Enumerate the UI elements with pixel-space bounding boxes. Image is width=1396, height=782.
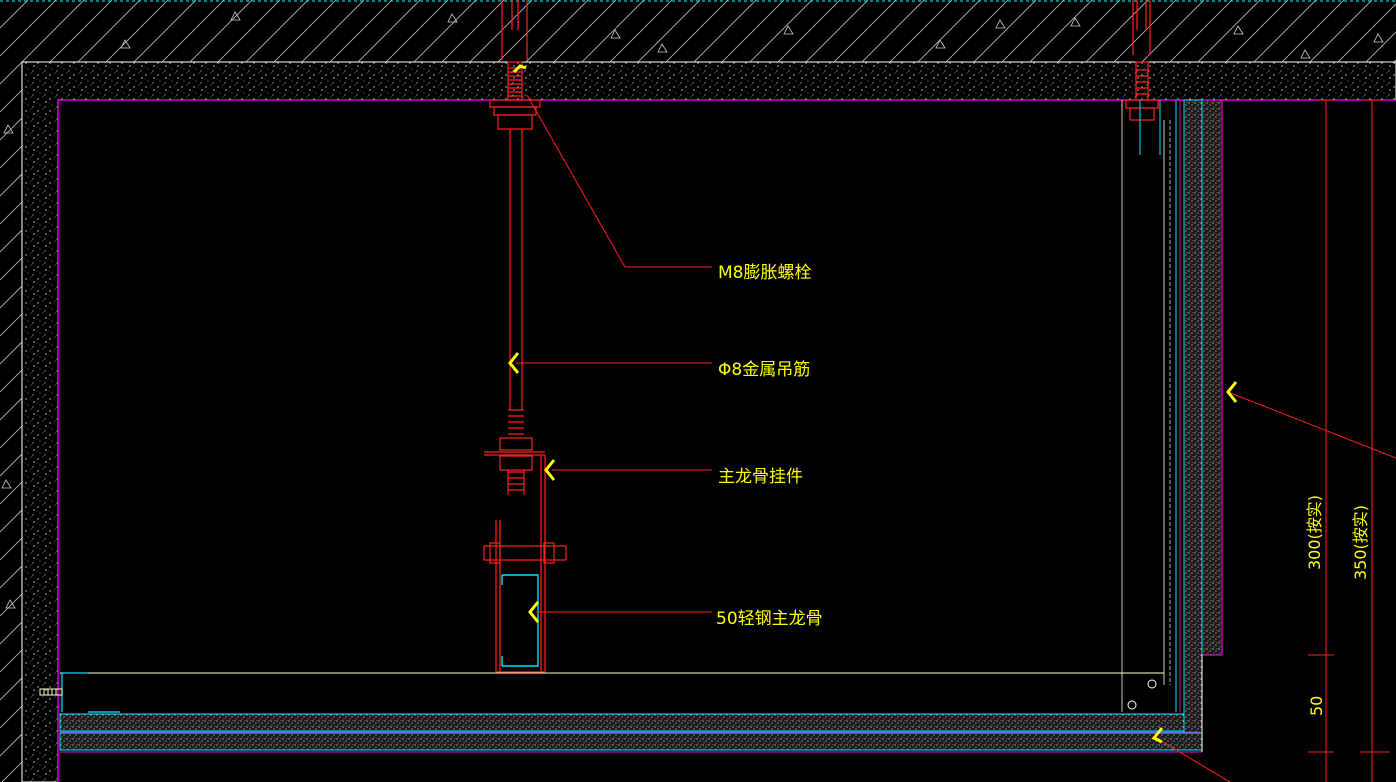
annotations: M8膨胀螺栓 Φ8金属吊筋 主龙骨挂件 50轻钢主龙骨: [716, 263, 823, 629]
label-main-keel-hanger: 主龙骨挂件: [718, 467, 803, 487]
dimension-50: 50: [1307, 696, 1326, 716]
hanger-assembly: [483, 409, 567, 673]
dimension-texts: 300(按实) 350(按实) 50: [1305, 495, 1370, 716]
main-keel-channel: [501, 574, 539, 667]
leader-wall: [1227, 391, 1396, 459]
leader-lines: [516, 94, 1396, 782]
label-hanger-rod: Φ8金属吊筋: [718, 360, 810, 380]
label-main-keel: 50轻钢主龙骨: [716, 609, 823, 629]
wall-finish: [1121, 99, 1223, 736]
dimension-350: 350(按实): [1351, 505, 1370, 580]
dimension-lines: [1308, 99, 1390, 782]
leader-expansion-bolt: [526, 94, 712, 268]
ceiling-boards: [59, 655, 1203, 753]
dimension-300: 300(按实): [1305, 495, 1324, 570]
label-expansion-bolt: M8膨胀螺栓: [718, 263, 811, 283]
arrowhead-icons: [508, 352, 1238, 744]
ceiling-section-drawing: M8膨胀螺栓 Φ8金属吊筋 主龙骨挂件 50轻钢主龙骨 300(按实) 350(…: [0, 0, 1396, 782]
